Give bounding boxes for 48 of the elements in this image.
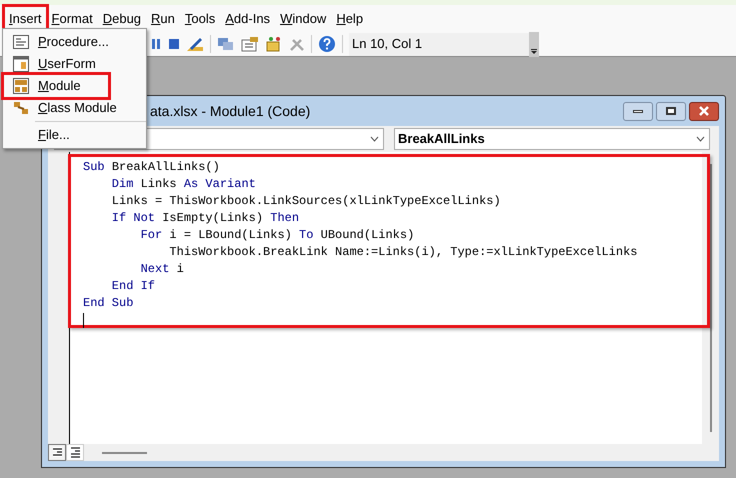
form-icon — [13, 56, 29, 72]
class-icon — [13, 101, 29, 115]
chevron-down-icon — [696, 136, 705, 142]
module-icon — [13, 78, 29, 94]
maximize-button[interactable] — [656, 102, 686, 120]
horizontal-scrollbar[interactable] — [102, 452, 147, 454]
procedure-dropdown[interactable]: BreakAllLinks — [394, 128, 710, 150]
code-line: Links = ThisWorkbook.LinkSources(xlLinkTypeExcelLinks) — [110, 193, 501, 210]
code-line: Dim Links As Variant — [110, 176, 256, 193]
menu-item[interactable]: Add-Ins — [221, 6, 274, 30]
code-line: ThisWorkbook.BreakLink Name:=Links(i), Type:=xlLinkTypeExcelLinks — [168, 244, 638, 261]
menu-item[interactable]: Window — [276, 6, 330, 30]
ruler-pencil-icon[interactable] — [186, 36, 204, 52]
code-line: Sub BreakAllLinks() — [83, 159, 220, 176]
cursor-position: Ln 10, Col 1 — [349, 32, 529, 56]
code-line: End Sub — [83, 295, 134, 312]
code-line: Next i — [140, 261, 184, 278]
menu-item[interactable]: UserForm — [4, 53, 145, 75]
object-browser-icon[interactable] — [265, 36, 283, 52]
menu-item[interactable]: File... — [4, 124, 145, 146]
menu-item[interactable]: Module — [4, 75, 108, 97]
menu-item[interactable]: Format — [48, 6, 97, 30]
text-cursor — [83, 313, 84, 328]
properties-icon[interactable] — [241, 36, 259, 52]
close-button[interactable] — [689, 102, 719, 120]
menu-item[interactable]: Insert — [5, 6, 46, 30]
code-line: For i = LBound(Links) To UBound(Links) — [140, 227, 414, 244]
full-module-view-icon[interactable] — [66, 444, 84, 461]
code-line: If Not IsEmpty(Links) Then — [110, 210, 300, 227]
procedure-icon — [13, 35, 29, 49]
chevron-down-icon — [370, 136, 379, 142]
menu-item[interactable]: Help — [332, 6, 368, 30]
help-icon[interactable] — [318, 35, 336, 53]
procedure-view-icon[interactable] — [48, 444, 66, 461]
code-line: End If — [110, 278, 156, 295]
menu-item[interactable]: Procedure... — [4, 31, 145, 53]
pause-icon[interactable] — [150, 38, 162, 50]
project-explorer-icon[interactable] — [217, 36, 235, 52]
minimize-button[interactable] — [623, 102, 653, 120]
close-icon — [698, 106, 710, 116]
toolbar-overflow-icon[interactable] — [529, 32, 539, 56]
code-editor[interactable] — [68, 154, 710, 328]
stop-icon[interactable] — [168, 38, 180, 50]
window-title: ata.xlsx - Module1 (Code) — [150, 102, 310, 121]
menu-item[interactable]: Class Module — [4, 97, 145, 119]
menu-item[interactable]: Run — [147, 6, 179, 30]
menu-item[interactable]: Debug — [98, 6, 146, 30]
menu-item[interactable]: Tools — [180, 6, 220, 30]
